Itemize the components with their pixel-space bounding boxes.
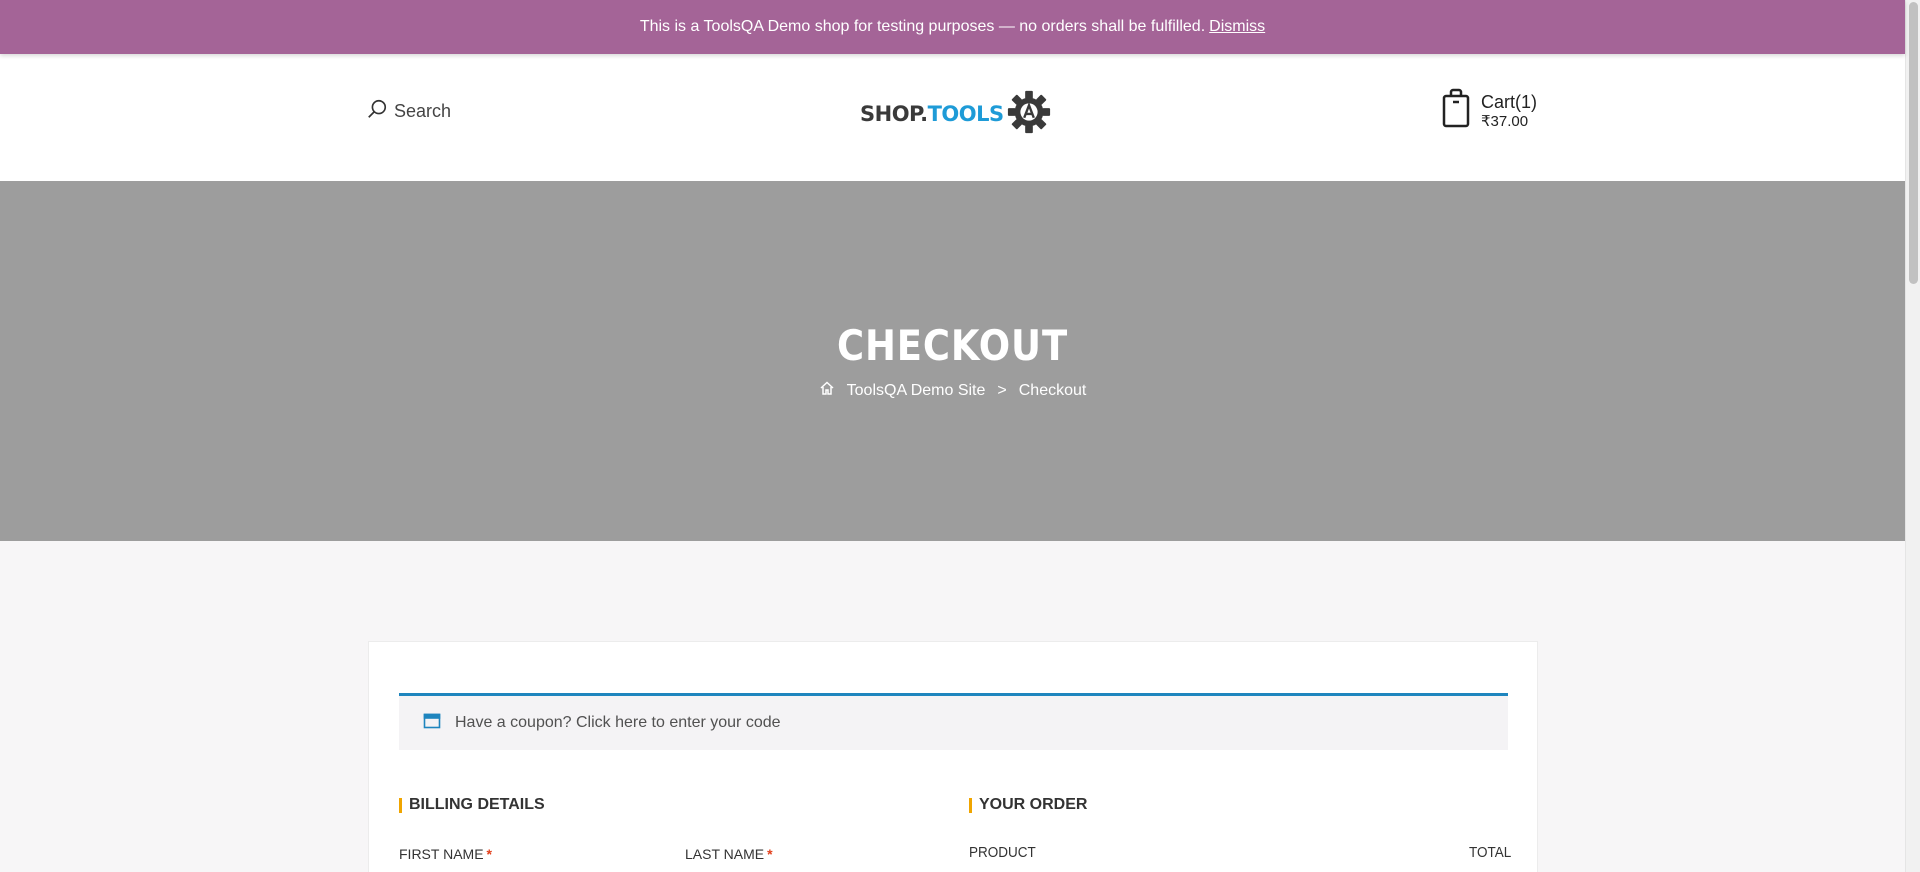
heading-accent: [399, 797, 402, 813]
first-name-label: FIRST NAME *: [399, 846, 492, 862]
order-column-total: TOTAL: [1469, 844, 1512, 861]
calendar-icon: [423, 712, 455, 735]
page-title: CHECKOUT: [836, 321, 1069, 370]
breadcrumb-separator: >: [997, 381, 1007, 399]
search-icon: [366, 98, 388, 125]
cart-link[interactable]: Cart(1) ₹37.00: [1441, 88, 1537, 133]
search-label: Search: [394, 101, 452, 121]
dismiss-link[interactable]: Dismiss: [1209, 18, 1265, 36]
scrollbar-thumb[interactable]: [1909, 2, 1918, 284]
search-toggle[interactable]: Search: [366, 98, 451, 125]
cart-count: Cart(1): [1481, 91, 1538, 112]
site-logo[interactable]: SHOP.TOOLS: [860, 90, 1052, 138]
required-mark: *: [486, 846, 492, 862]
breadcrumb-home-link[interactable]: ToolsQA Demo Site: [847, 382, 986, 400]
notice-text: This is a ToolsQA Demo shop for testing …: [639, 18, 1206, 35]
page-hero: CHECKOUT ToolsQA Demo Site > Checkout: [0, 181, 1905, 541]
heading-accent: [969, 797, 972, 813]
coupon-notice: Have a coupon? Click here to enter your …: [399, 693, 1508, 750]
checkout-card: Have a coupon? Click here to enter your …: [368, 641, 1538, 872]
demo-store-notice: This is a ToolsQA Demo shop for testing …: [0, 0, 1905, 54]
your-order-heading: YOUR ORDER: [969, 796, 1087, 814]
last-name-label: LAST NAME *: [685, 846, 773, 862]
order-column-product: PRODUCT: [969, 844, 1036, 861]
site-header: Search SHOP.TOOLS Cart(1) ₹37.00: [0, 54, 1905, 181]
breadcrumb: ToolsQA Demo Site > Checkout: [0, 380, 1905, 401]
home-icon: [819, 380, 835, 401]
gear-a-icon: [1004, 89, 1052, 140]
cart-amount: ₹37.00: [1481, 112, 1529, 130]
breadcrumb-current: Checkout: [1018, 381, 1087, 399]
shopping-bag-icon: [1441, 88, 1471, 133]
billing-details-heading: BILLING DETAILS: [399, 796, 545, 814]
show-coupon-link[interactable]: Have a coupon? Click here to enter your …: [455, 714, 781, 732]
logo-text: SHOP.TOOLS: [860, 102, 1004, 126]
required-mark: *: [767, 846, 773, 862]
page-scrollbar[interactable]: [1905, 0, 1920, 872]
